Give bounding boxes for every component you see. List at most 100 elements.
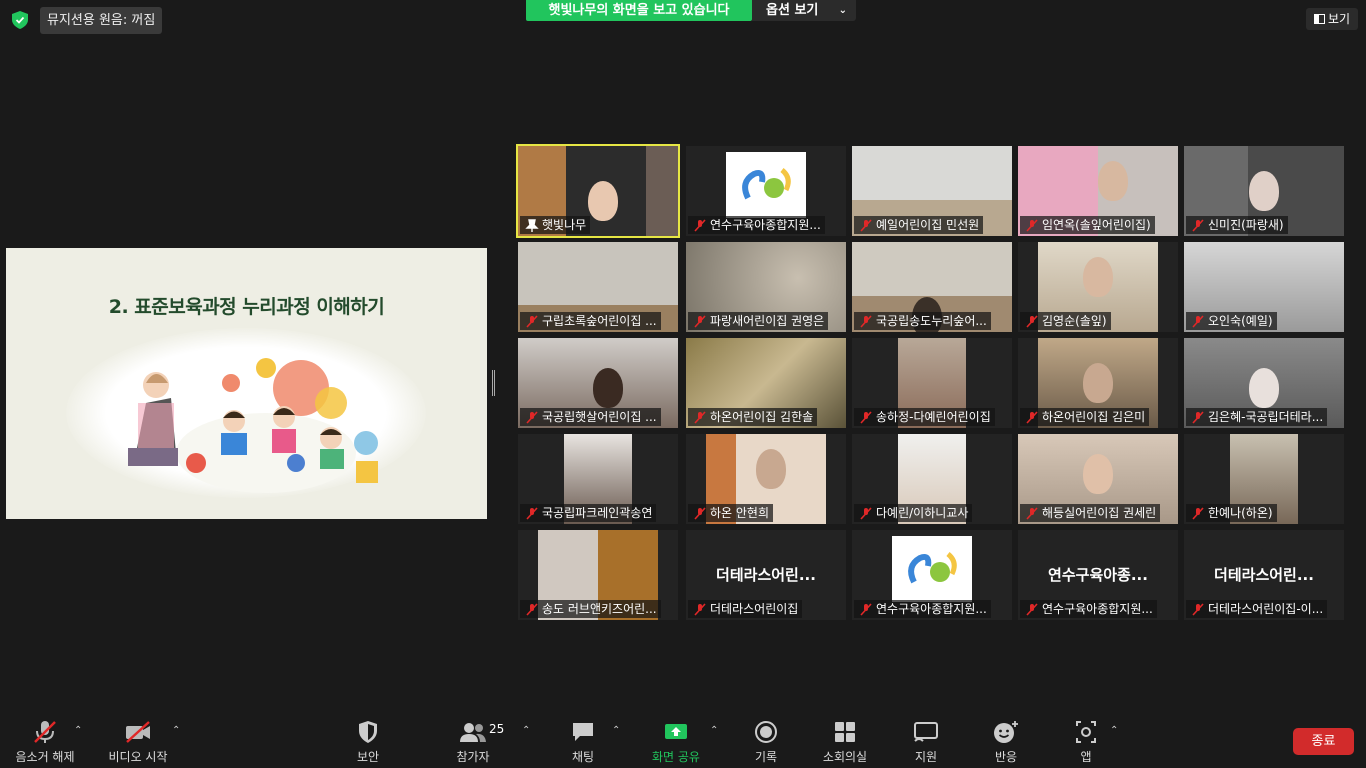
mic-off-icon	[526, 411, 538, 424]
share-screen-icon	[665, 724, 687, 739]
participant-tile[interactable]: 더테라스어린... 더테라스어린이집	[686, 530, 846, 620]
participant-tile[interactable]: 임연옥(솔잎어린이집)	[1018, 146, 1178, 236]
participant-tile[interactable]: 국공립햇살어린이집 ...	[518, 338, 678, 428]
record-button[interactable]: 기록	[744, 720, 788, 766]
participant-name: 파랑새어린이집 권영은	[710, 314, 825, 328]
support-icon	[914, 722, 938, 742]
chat-button[interactable]: 채팅	[562, 720, 604, 766]
mic-off-icon	[1026, 411, 1038, 424]
participant-name: 신미진(파랑새)	[1208, 218, 1284, 232]
participant-tile[interactable]: 해등실어린이집 권세린	[1018, 434, 1178, 524]
reactions-label: 반응	[994, 750, 1018, 764]
participant-tile[interactable]: 하온어린이집 김한솔	[686, 338, 846, 428]
panel-resize-handle[interactable]	[492, 370, 495, 396]
participant-tile[interactable]: 하온 안현희	[686, 434, 846, 524]
participant-tile[interactable]: 더테라스어린... 더테라스어린이집-이...	[1184, 530, 1344, 620]
breakout-rooms-button[interactable]: 소회의실	[818, 720, 872, 766]
apps-button[interactable]: 앱	[1066, 720, 1106, 766]
chat-bubble-icon	[573, 723, 593, 741]
center-logo-icon	[742, 168, 791, 200]
participant-tile[interactable]: 하온어린이집 김은미	[1018, 338, 1178, 428]
participant-name: 국공립파크레인곽송연	[542, 506, 653, 520]
viewing-share-banner: 햇빛나무의 화면을 보고 있습니다	[526, 0, 752, 21]
participant-tile[interactable]: 연수구육아종합지원...	[852, 530, 1012, 620]
video-off-icon	[126, 721, 150, 743]
meeting-toolbar: 음소거 해제 ⌃ 비디오 시작 ⌃ 보안 참가자 25 ⌃ 채팅 ⌃ 화면 공유…	[0, 712, 1366, 768]
mic-off-icon	[694, 603, 706, 616]
mic-off-icon	[526, 315, 538, 328]
share-screen-button[interactable]: 화면 공유	[646, 720, 706, 766]
participant-name: 다예린/이하니교사	[876, 506, 969, 520]
security-label: 보안	[356, 750, 380, 764]
participant-tile[interactable]: 국공립파크레인곽송연	[518, 434, 678, 524]
chat-options-caret-icon[interactable]: ⌃	[612, 725, 620, 736]
end-meeting-button[interactable]: 종료	[1293, 728, 1354, 755]
participant-tile[interactable]: 김은혜-국공립더테라...	[1184, 338, 1344, 428]
mic-off-icon	[1192, 315, 1204, 328]
participant-tile[interactable]: 김영순(솔잎)	[1018, 242, 1178, 332]
participant-name: 연수구육아종합지원...	[876, 602, 987, 616]
mic-off-icon	[1026, 507, 1038, 520]
view-options-dropdown[interactable]: 옵션 보기 ⌄	[752, 0, 856, 21]
layout-icon	[1314, 14, 1325, 24]
mic-off-icon	[860, 411, 872, 424]
audio-options-caret-icon[interactable]: ⌃	[74, 725, 82, 736]
participant-big-name: 더테라스어린...	[1214, 566, 1314, 584]
mic-off-icon	[860, 507, 872, 520]
apps-label: 앱	[1080, 750, 1092, 764]
mic-off-icon	[1192, 603, 1204, 616]
encryption-shield-icon[interactable]	[12, 11, 28, 29]
participants-options-caret-icon[interactable]: ⌃	[522, 725, 530, 736]
participant-name: 해등실어린이집 권세린	[1042, 506, 1157, 520]
participant-tile[interactable]: 송하정-다예린어린이집	[852, 338, 1012, 428]
unmute-label: 음소거 해제	[15, 750, 75, 764]
participant-tile[interactable]: 신미진(파랑새)	[1184, 146, 1344, 236]
participant-tile[interactable]: 한예나(하온)	[1184, 434, 1344, 524]
reactions-button[interactable]: 반응	[984, 720, 1028, 766]
participant-tile[interactable]: 다예린/이하니교사	[852, 434, 1012, 524]
participant-name: 오인숙(예일)	[1208, 314, 1273, 328]
participant-tile[interactable]: 햇빛나무	[516, 144, 680, 238]
participant-tile[interactable]: 송도 러브앤키즈어린...	[518, 530, 678, 620]
mic-off-icon	[860, 315, 872, 328]
chat-label: 채팅	[571, 750, 595, 764]
slide-title: 2. 표준보육과정 누리과정 이해하기	[108, 296, 385, 318]
participant-name: 구립초록숲어린이집 ...	[542, 314, 657, 328]
apps-options-caret-icon[interactable]: ⌃	[1110, 725, 1118, 736]
participant-name: 한예나(하온)	[1208, 506, 1273, 520]
mic-off-icon	[1192, 507, 1204, 520]
participant-name: 예일어린이집 민선원	[876, 218, 980, 232]
participant-tile[interactable]: 국공립송도누리숲어...	[852, 242, 1012, 332]
participant-tile[interactable]: 연수구육아종... 연수구육아종합지원...	[1018, 530, 1178, 620]
share-screen-label: 화면 공유	[652, 750, 700, 764]
mic-off-icon	[860, 219, 872, 232]
mic-off-icon	[1192, 411, 1204, 424]
participant-tile[interactable]: 예일어린이집 민선원	[852, 146, 1012, 236]
participants-label: 참가자	[456, 750, 490, 764]
participant-tile[interactable]: 파랑새어린이집 권영은	[686, 242, 846, 332]
start-video-button[interactable]: 비디오 시작	[104, 720, 172, 766]
view-layout-label: 보기	[1328, 12, 1351, 26]
share-options-caret-icon[interactable]: ⌃	[710, 725, 718, 736]
mic-off-icon	[860, 603, 872, 616]
view-layout-button[interactable]: 보기	[1306, 8, 1359, 30]
participant-tile[interactable]: 연수구육아종합지원...	[686, 146, 846, 236]
mic-off-icon	[1192, 219, 1204, 232]
support-button[interactable]: 지원	[904, 720, 948, 766]
participant-tile[interactable]: 구립초록숲어린이집 ...	[518, 242, 678, 332]
participant-name: 연수구육아종합지원...	[1042, 602, 1153, 616]
start-video-label: 비디오 시작	[108, 750, 168, 764]
mic-off-icon	[526, 603, 538, 616]
participant-name: 더테라스어린이집	[710, 602, 799, 616]
participant-tile[interactable]: 오인숙(예일)	[1184, 242, 1344, 332]
zoom-meeting-window: 뮤지션용 원음: 꺼짐 햇빛나무의 화면을 보고 있습니다 옵션 보기 ⌄ 보기…	[0, 0, 1366, 768]
mic-off-icon	[694, 219, 706, 232]
security-button[interactable]: 보안	[346, 720, 390, 766]
record-label: 기록	[754, 750, 778, 764]
original-sound-status[interactable]: 뮤지션용 원음: 꺼짐	[40, 7, 163, 34]
video-options-caret-icon[interactable]: ⌃	[172, 725, 180, 736]
record-icon	[755, 721, 777, 743]
participant-name: 하온 안현희	[710, 506, 770, 520]
unmute-button[interactable]: 음소거 해제	[12, 720, 78, 766]
apps-icon	[1076, 721, 1096, 743]
